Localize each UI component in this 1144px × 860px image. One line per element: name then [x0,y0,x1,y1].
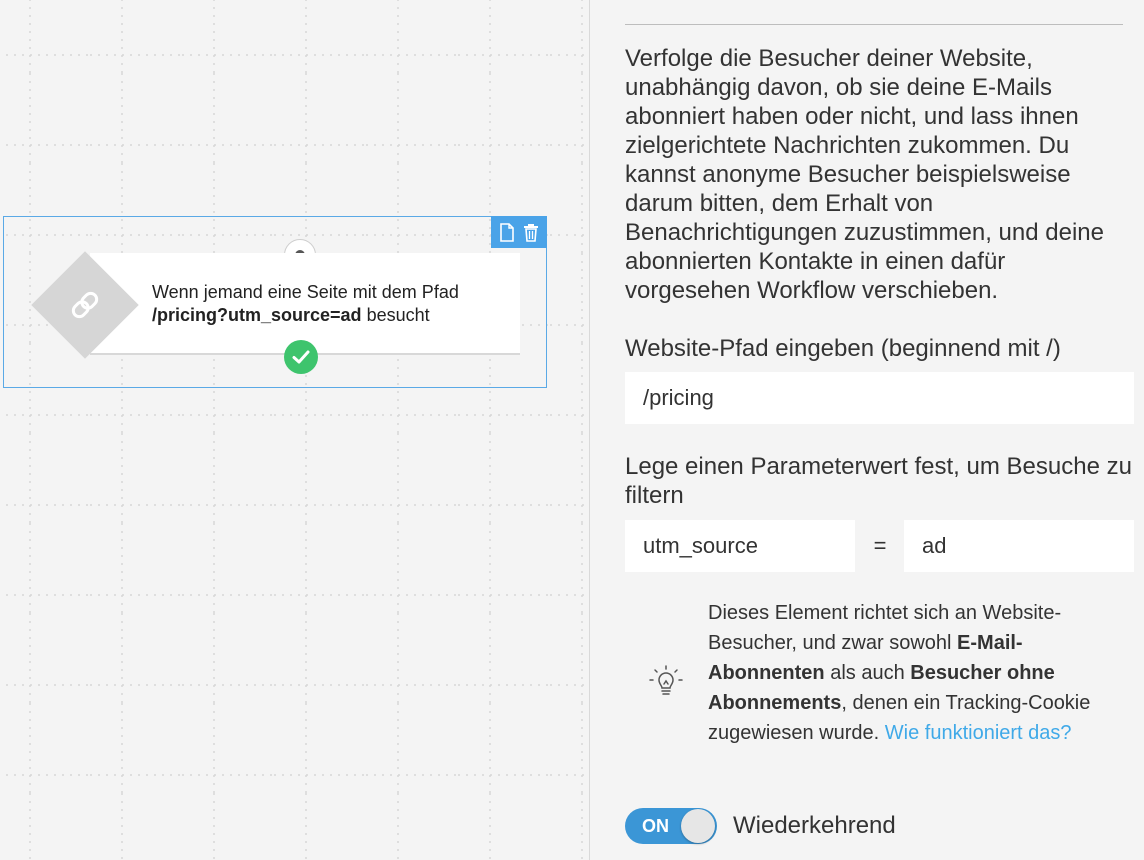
panel-top-rule [625,24,1123,25]
hint-part-2: als auch [824,662,911,684]
param-key-input[interactable] [625,520,855,572]
param-value-input[interactable] [904,520,1134,572]
canvas-grid [0,0,589,860]
toggle-state-label: ON [642,816,669,836]
how-it-works-link[interactable]: Wie funktioniert das? [885,722,1072,744]
path-input[interactable] [625,372,1134,424]
recurring-label: Wiederkehrend [733,812,896,839]
node-text-prefix: Wenn jemand eine Seite mit dem Pfad [152,282,459,302]
lightbulb-icon [644,660,688,704]
check-icon [284,340,318,374]
trash-icon[interactable] [522,222,540,242]
path-label: Website-Pfad eingeben (beginnend mit /) [625,335,1061,362]
node-description: Wenn jemand eine Seite mit dem Pfad /pri… [152,281,512,327]
node-text-path: /pricing?utm_source=ad [152,305,362,325]
hint-text: Dieses Element richtet sich an Website-B… [708,598,1103,748]
workflow-editor: Wenn jemand eine Seite mit dem Pfad /pri… [0,0,1144,860]
recurring-toggle[interactable]: ON [625,808,717,844]
toggle-knob [681,809,715,843]
settings-panel: Verfolge die Besucher deiner Website, un… [590,0,1144,860]
document-icon[interactable] [498,222,516,242]
node-text-suffix: besucht [361,305,430,325]
panel-description: Verfolge die Besucher deiner Website, un… [625,45,1104,304]
equals-sign: = [873,533,887,558]
param-label: Lege einen Parameterwert fest, um Besuch… [625,453,1132,509]
trigger-node[interactable]: Wenn jemand eine Seite mit dem Pfad /pri… [3,216,547,388]
link-icon [64,284,106,326]
workflow-canvas[interactable]: Wenn jemand eine Seite mit dem Pfad /pri… [0,0,589,860]
node-toolbar [491,216,547,248]
